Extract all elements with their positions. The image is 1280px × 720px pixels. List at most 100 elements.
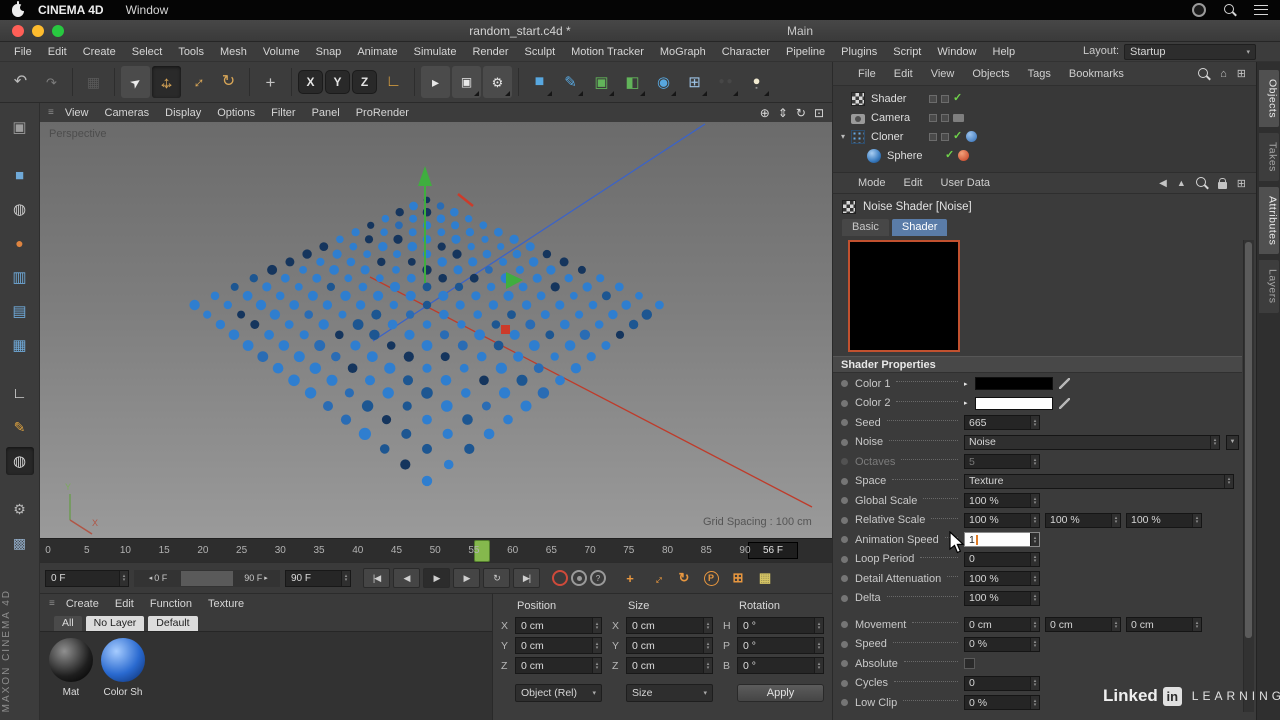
clone-point[interactable] (275, 291, 285, 301)
clone-point[interactable] (437, 242, 446, 251)
clone-point[interactable] (596, 274, 605, 283)
clone-point[interactable] (464, 443, 475, 454)
stepper-icon[interactable]: ▴ ▾ (1111, 618, 1120, 632)
render-view-button[interactable]: ▸ (421, 66, 450, 98)
timeline-tick-0[interactable]: 0 (45, 545, 51, 556)
clone-point[interactable] (507, 310, 516, 319)
texture-mode-button[interactable]: ◍ (6, 195, 34, 223)
visibility-toggle-icon[interactable] (929, 94, 937, 103)
animation-dot-icon[interactable] (841, 477, 848, 485)
clone-point[interactable] (440, 352, 450, 362)
animation-dot-icon[interactable] (841, 380, 848, 388)
clone-point[interactable] (615, 330, 625, 339)
clone-point[interactable] (451, 221, 460, 230)
next-frame-button[interactable]: ▶ (453, 568, 480, 588)
redo-icon[interactable]: ↷ (37, 66, 66, 98)
layout-tab-main[interactable]: Main (770, 24, 830, 38)
value-field[interactable]: 0 ▴ ▾ (964, 675, 1040, 691)
stepper-icon[interactable]: ▴ ▾ (1030, 618, 1039, 632)
clone-point[interactable] (405, 290, 416, 301)
clone-point[interactable] (382, 387, 394, 399)
clone-point[interactable] (304, 387, 317, 399)
dropdown-noise[interactable]: Noise ▴ ▾ (964, 434, 1220, 450)
clone-point[interactable] (377, 257, 386, 267)
clone-point[interactable] (316, 257, 325, 266)
viewport-menu-filter[interactable]: Filter (263, 103, 303, 123)
clone-point[interactable] (462, 414, 473, 425)
clone-point[interactable] (392, 266, 400, 274)
clone-point[interactable] (469, 273, 479, 283)
preview-popup-button[interactable]: ▼ (1226, 434, 1239, 450)
clone-point[interactable] (421, 387, 433, 399)
stepper-icon[interactable]: ▴ ▾ (1030, 696, 1039, 710)
stepper-icon[interactable]: ▴ ▾ (814, 618, 823, 633)
color-swatch[interactable] (974, 377, 1053, 391)
animation-dot-icon[interactable] (841, 536, 848, 544)
clone-point[interactable] (237, 310, 246, 319)
material-tab-default[interactable]: Default (148, 616, 198, 631)
timeline-tick-35[interactable]: 35 (313, 545, 324, 556)
animation-dot-icon[interactable] (841, 575, 848, 583)
scene-canvas[interactable]: YX (40, 122, 832, 538)
object-row-shader[interactable]: Shader ✓ (833, 89, 1256, 108)
clone-point[interactable] (322, 300, 333, 310)
clone-point[interactable] (230, 282, 239, 291)
value-field[interactable]: 100 % ▴ ▾ (1045, 512, 1121, 528)
key-position-button[interactable]: + (618, 568, 642, 588)
workplane-mode-button[interactable]: ● (6, 229, 34, 257)
clone-point[interactable] (601, 291, 611, 301)
menu-window[interactable]: Window (929, 42, 984, 62)
clone-point[interactable] (215, 319, 226, 330)
menu-tools[interactable]: Tools (170, 42, 212, 62)
dropdown-space[interactable]: Texture ▴ ▾ (964, 473, 1234, 489)
clone-point[interactable] (371, 309, 382, 320)
clone-point[interactable] (499, 387, 511, 399)
clone-point[interactable] (453, 265, 463, 275)
visibility-toggle-icon[interactable] (929, 132, 937, 141)
stepper-icon[interactable]: ▴ ▾ (1192, 618, 1201, 632)
perspective-viewport[interactable]: YX Perspective Grid Spacing : 100 cm (40, 122, 832, 538)
keyframe-selection-button[interactable]: ? (590, 570, 606, 586)
timeline-tick-25[interactable]: 25 (236, 545, 247, 556)
clone-point[interactable] (635, 291, 643, 300)
clone-point[interactable] (384, 362, 396, 374)
timeline-range-slider[interactable]: ◂ 0 F 90 F ▸ (134, 569, 280, 587)
clone-point[interactable] (203, 310, 212, 319)
material-menu-edit[interactable]: Edit (107, 594, 142, 614)
clone-point[interactable] (491, 320, 501, 329)
clone-point[interactable] (369, 329, 380, 340)
clone-point[interactable] (436, 214, 446, 223)
clone-point[interactable] (302, 249, 312, 259)
snap-settings-button[interactable]: ⚙ (6, 495, 34, 523)
panel-menu-icon[interactable]: ⊞ (1237, 67, 1246, 80)
clone-point[interactable] (289, 300, 300, 310)
clone-point[interactable] (299, 266, 307, 274)
color-swatch[interactable] (974, 396, 1053, 410)
clone-point[interactable] (570, 363, 582, 374)
clone-point[interactable] (367, 221, 375, 229)
clone-point[interactable] (304, 310, 314, 319)
clone-point[interactable] (621, 300, 631, 310)
clone-point[interactable] (338, 310, 347, 319)
clone-point[interactable] (272, 362, 284, 374)
expand-arrow-icon[interactable]: ▾ (841, 132, 851, 141)
timeline-tick-20[interactable]: 20 (197, 545, 208, 556)
clone-point[interactable] (483, 428, 495, 440)
clone-point[interactable] (360, 265, 370, 275)
clone-point[interactable] (495, 362, 507, 374)
clone-point[interactable] (351, 228, 360, 237)
shader-tag-icon[interactable] (966, 131, 978, 142)
clone-point[interactable] (546, 265, 556, 275)
clone-point[interactable] (614, 282, 624, 292)
enabled-check-icon[interactable]: ✓ (953, 131, 962, 142)
clone-point[interactable] (403, 375, 413, 386)
rotate-tool[interactable]: ↻ (214, 66, 243, 98)
clone-point[interactable] (608, 309, 618, 320)
clone-point[interactable] (588, 300, 598, 310)
clone-point[interactable] (406, 273, 416, 283)
record-keyframe-button[interactable] (552, 570, 568, 586)
clone-point[interactable] (509, 234, 519, 244)
coordinate-mode-select-size[interactable]: Size ▾ (626, 684, 713, 702)
material-preview-sphere[interactable] (49, 638, 93, 682)
clone-point[interactable] (358, 282, 368, 292)
